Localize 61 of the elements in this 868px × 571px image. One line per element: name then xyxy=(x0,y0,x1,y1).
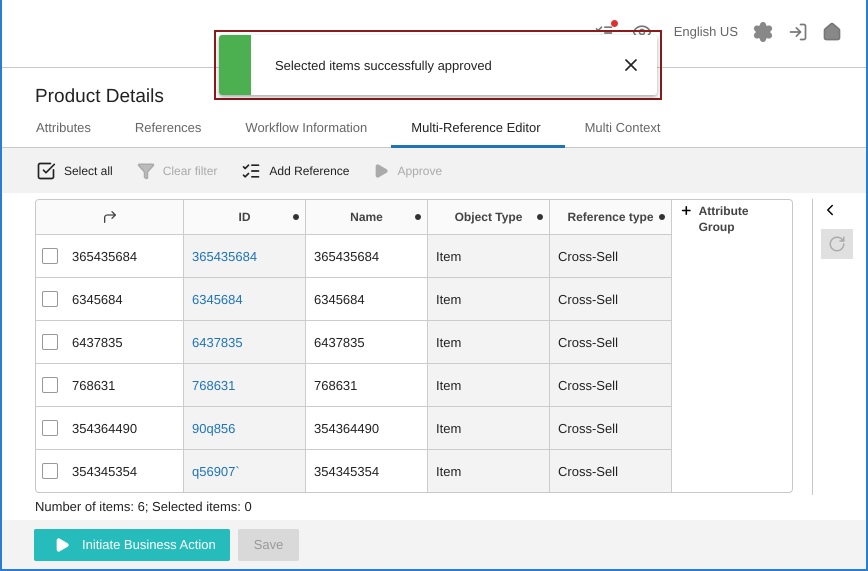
toast-message: Selected items successfully approved xyxy=(274,58,493,72)
table-cell: 6345684 xyxy=(314,292,365,306)
filter-icon xyxy=(136,162,155,180)
add-column-button[interactable]: Attribute Group xyxy=(698,204,785,236)
table-cell: Cross-Sell xyxy=(558,464,618,478)
table-cell: Cross-Sell xyxy=(558,292,618,306)
target-id: 6437835 xyxy=(72,334,123,350)
table-cell: 354345354 xyxy=(314,464,380,478)
play-icon xyxy=(54,536,70,552)
table-cell: Item xyxy=(436,248,462,264)
table-cell: 768631 xyxy=(314,378,358,392)
reference-arrow-icon xyxy=(102,209,118,225)
checkbox[interactable] xyxy=(42,420,58,436)
target-id: 354364490 xyxy=(72,420,138,436)
item-count: Number of items: 6; Selected items: 0 xyxy=(35,499,253,514)
table-cell: Cross-Sell xyxy=(558,248,618,264)
select-all-icon xyxy=(36,160,56,180)
toolbar-button[interactable]: Add Reference xyxy=(241,160,350,180)
home-icon[interactable] xyxy=(822,22,842,42)
table-cell: Item xyxy=(436,378,462,392)
page-title: Product Details xyxy=(35,86,165,108)
id-link[interactable]: 6437835 xyxy=(192,334,243,350)
checkbox[interactable] xyxy=(42,463,58,479)
target-id: 6345684 xyxy=(72,292,123,306)
checkbox[interactable] xyxy=(42,334,58,350)
table-cell: Cross-Sell xyxy=(558,334,618,350)
play-icon xyxy=(373,162,390,178)
column-header[interactable]: Reference type xyxy=(550,200,672,234)
tab[interactable]: Workflow Information xyxy=(225,112,392,148)
target-id: 365435684 xyxy=(72,248,138,264)
id-link[interactable]: 90q856 xyxy=(192,420,236,436)
sign-in-icon[interactable] xyxy=(788,22,808,42)
target-id: 354345354 xyxy=(72,464,138,478)
table-cell: Item xyxy=(436,464,462,478)
tab[interactable]: Multi Context xyxy=(564,112,684,148)
column-header[interactable]: Name xyxy=(306,200,428,234)
tab[interactable]: Attributes xyxy=(16,112,115,148)
success-strip xyxy=(219,35,251,95)
column-header[interactable]: Object Type xyxy=(428,200,550,234)
table-cell: Cross-Sell xyxy=(558,378,618,392)
checkbox[interactable] xyxy=(42,248,58,264)
id-link[interactable]: 6345684 xyxy=(192,292,243,306)
table-cell: 6437835 xyxy=(314,334,365,350)
id-link[interactable]: 365435684 xyxy=(192,248,258,264)
table-cell: Item xyxy=(436,420,462,436)
table-cell: Item xyxy=(436,292,462,306)
table-cell: Cross-Sell xyxy=(558,420,618,436)
plus-icon[interactable] xyxy=(680,204,693,217)
language-selector[interactable]: English US xyxy=(674,24,738,39)
table-cell: 365435684 xyxy=(314,248,380,264)
refresh-icon xyxy=(828,235,846,253)
id-link[interactable]: 768631 xyxy=(192,378,236,392)
table-cell: 354364490 xyxy=(314,420,380,436)
column-header[interactable]: ID xyxy=(184,200,306,234)
toolbar-button[interactable]: Select all xyxy=(36,160,113,180)
checkbox[interactable] xyxy=(42,291,58,307)
checkbox[interactable] xyxy=(42,377,58,393)
tab[interactable]: References xyxy=(114,112,226,148)
id-link[interactable]: q56907` xyxy=(192,464,240,478)
table-cell: Item xyxy=(436,334,462,350)
target-id: 768631 xyxy=(72,378,116,392)
